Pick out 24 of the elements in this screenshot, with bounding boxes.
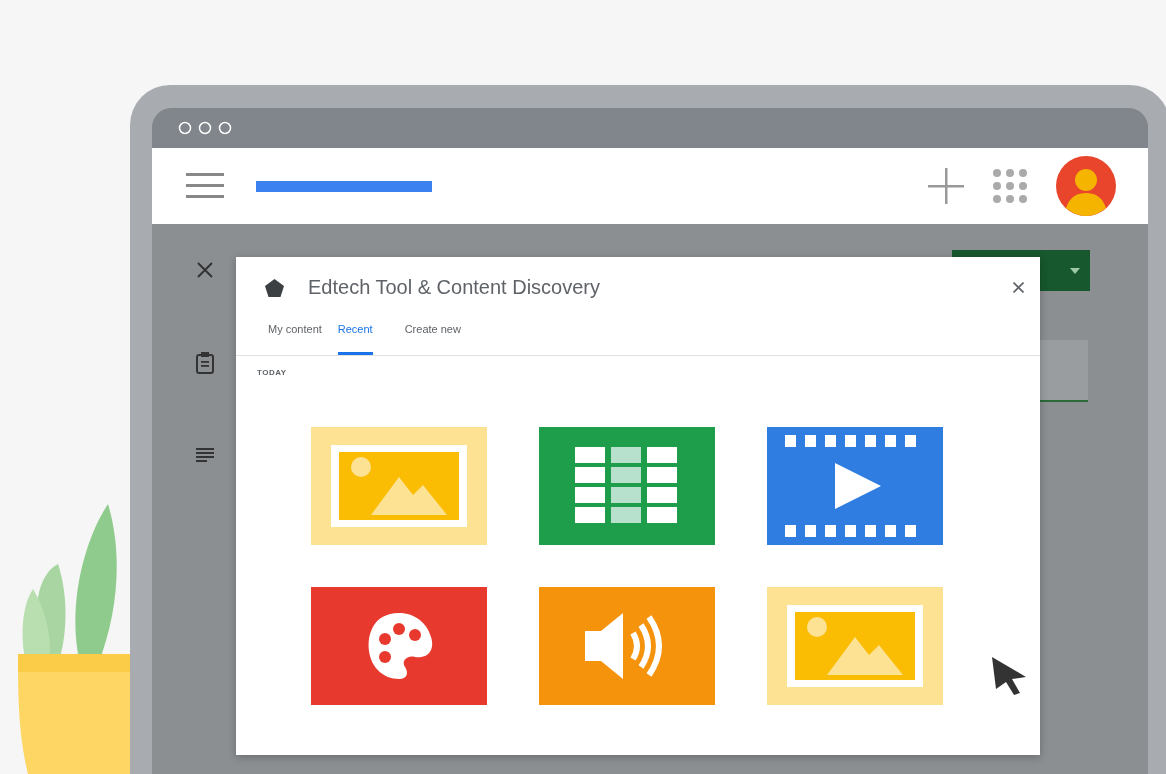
apps-grid-icon[interactable] — [992, 168, 1028, 204]
clipboard-icon[interactable] — [196, 352, 214, 374]
close-icon[interactable] — [197, 262, 213, 278]
tab[interactable]: My content — [268, 318, 322, 355]
menu-icon[interactable] — [186, 173, 224, 199]
spreadsheet-tile-icon[interactable] — [539, 427, 715, 545]
background-panel — [1040, 340, 1088, 402]
avatar-icon[interactable] — [1056, 156, 1116, 216]
pentagon-icon — [265, 278, 284, 297]
tab[interactable]: Recent — [337, 318, 373, 355]
video-tile-icon[interactable] — [767, 427, 943, 545]
close-icon[interactable] — [1013, 282, 1024, 293]
image-tile-icon[interactable] — [311, 427, 487, 545]
tab[interactable]: Create new — [404, 318, 461, 355]
section-label: TODAY — [256, 367, 288, 377]
mouse-pointer-icon — [990, 655, 1028, 695]
image-tile-icon[interactable] — [767, 587, 943, 705]
window-controls-icon — [178, 121, 232, 135]
plus-icon[interactable] — [928, 168, 964, 204]
caret-icon — [1070, 267, 1080, 274]
palette-tile-icon[interactable] — [311, 587, 487, 705]
audio-tile-icon[interactable] — [539, 587, 715, 705]
notes-icon[interactable] — [196, 448, 214, 462]
dialog-title: Edtech Tool & Content Discovery — [308, 276, 600, 299]
